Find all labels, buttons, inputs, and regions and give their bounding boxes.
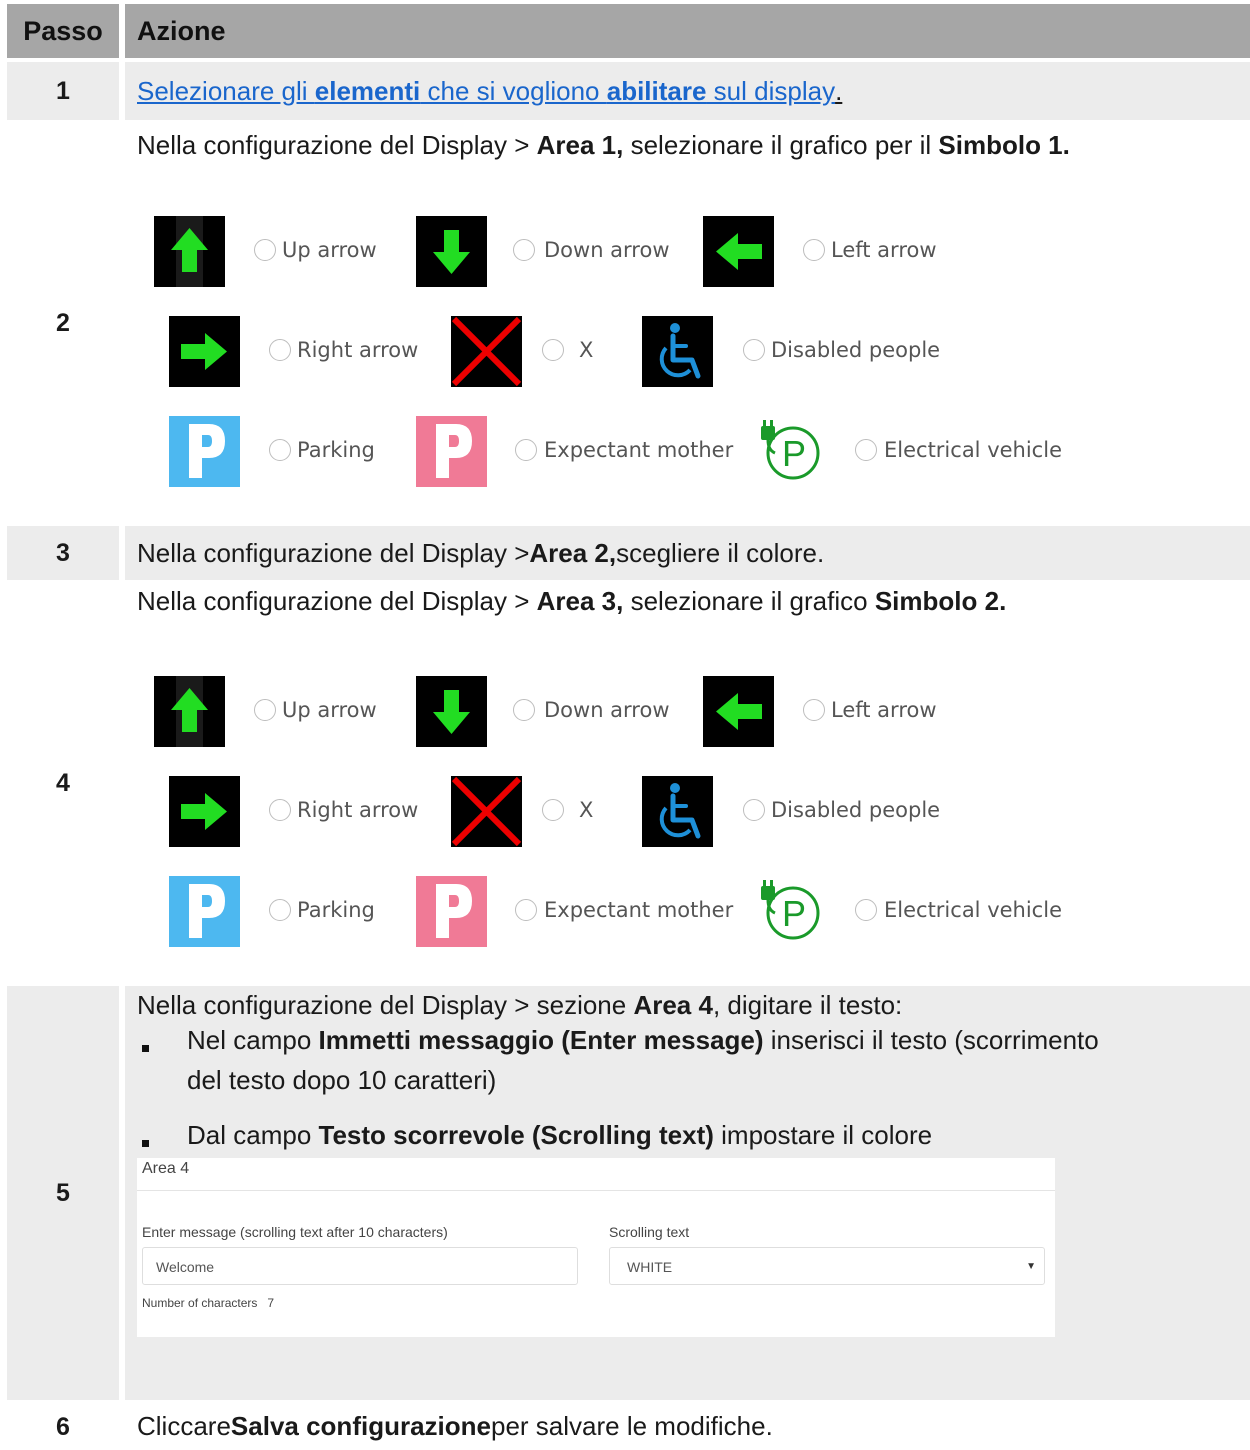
- disabled-symbol-icon: [642, 776, 713, 847]
- up-option-label[interactable]: Up arrow: [282, 698, 377, 722]
- scrolling-text-select[interactable]: WHITE ▼: [609, 1247, 1045, 1285]
- mother-symbol-icon: [416, 876, 487, 947]
- svg-text:P: P: [782, 433, 806, 474]
- right-option-label[interactable]: Right arrow: [297, 338, 418, 362]
- ev-radio[interactable]: [855, 439, 877, 461]
- step-number: 2: [56, 308, 70, 337]
- mother-option-label[interactable]: Expectant mother: [544, 438, 733, 462]
- x-radio[interactable]: [542, 799, 564, 821]
- step-text: Nella configurazione del Display > Area …: [125, 526, 1250, 580]
- header-step: Passo: [7, 4, 119, 58]
- disabled-radio[interactable]: [743, 339, 765, 361]
- header-action: Azione: [125, 4, 1250, 58]
- down-radio[interactable]: [513, 239, 535, 261]
- down-symbol-icon: [416, 676, 487, 747]
- bullet-enter-message-cont: del testo dopo 10 caratteri): [187, 1065, 497, 1095]
- down-symbol-icon: [416, 216, 487, 287]
- step-number: 6: [56, 1413, 70, 1441]
- step-text: Nella configurazione del Display > Area …: [125, 120, 1250, 526]
- mother-symbol-icon: [416, 416, 487, 487]
- table-row: 2 Nella configurazione del Display > Are…: [7, 120, 1250, 526]
- table-row: 4 Nella configurazione del Display > Are…: [7, 580, 1250, 986]
- ev-option-label[interactable]: Electrical vehicle: [884, 438, 1062, 462]
- bullet-marker: [142, 1140, 149, 1147]
- step-intro: Nella configurazione del Display > sezio…: [137, 990, 903, 1020]
- disabled-radio[interactable]: [743, 799, 765, 821]
- left-option-label[interactable]: Left arrow: [831, 238, 937, 262]
- ev-radio[interactable]: [855, 899, 877, 921]
- left-symbol-icon: [703, 216, 774, 287]
- step-text: Cliccare Salva configurazione per salvar…: [137, 1411, 773, 1441]
- x-symbol-icon: [451, 776, 522, 847]
- x-option-label[interactable]: X: [579, 338, 593, 362]
- disabled-option-label[interactable]: Disabled people: [771, 798, 940, 822]
- ev-symbol-icon: P: [755, 416, 826, 487]
- ev-symbol-icon: P: [755, 876, 826, 947]
- right-symbol-icon: [169, 316, 240, 387]
- right-radio[interactable]: [269, 799, 291, 821]
- table-row: 6 Cliccare Salva configurazione per salv…: [7, 1400, 1250, 1450]
- mother-radio[interactable]: [515, 899, 537, 921]
- x-option-label[interactable]: X: [579, 798, 593, 822]
- parking-radio[interactable]: [269, 899, 291, 921]
- left-radio[interactable]: [803, 239, 825, 261]
- step-number: 1: [7, 62, 119, 120]
- down-option-label[interactable]: Down arrow: [544, 698, 670, 722]
- ev-option-label[interactable]: Electrical vehicle: [884, 898, 1062, 922]
- step-text: Selezionare gli elementi che si vogliono…: [125, 62, 1250, 120]
- bullet-scrolling-text: Dal campo Testo scorrevole (Scrolling te…: [187, 1120, 933, 1150]
- table-header: Passo Azione: [7, 4, 1250, 58]
- disabled-option-label[interactable]: Disabled people: [771, 338, 940, 362]
- right-radio[interactable]: [269, 339, 291, 361]
- svg-text:P: P: [782, 893, 806, 934]
- right-symbol-icon: [169, 776, 240, 847]
- message-input[interactable]: Welcome: [142, 1247, 578, 1285]
- up-radio[interactable]: [254, 699, 276, 721]
- right-option-label[interactable]: Right arrow: [297, 798, 418, 822]
- step-intro: Nella configurazione del Display > Area …: [137, 586, 1007, 616]
- parking-option-label[interactable]: Parking: [297, 898, 375, 922]
- step-number: 4: [56, 768, 70, 797]
- table-row: 3 Nella configurazione del Display > Are…: [7, 526, 1250, 580]
- x-symbol-icon: [451, 316, 522, 387]
- enable-elements-link[interactable]: Selezionare gli elementi che si vogliono…: [137, 76, 835, 107]
- area4-panel: Area 4 Enter message (scrolling text aft…: [137, 1158, 1055, 1337]
- mother-radio[interactable]: [515, 439, 537, 461]
- left-radio[interactable]: [803, 699, 825, 721]
- bullet-enter-message: Nel campo Immetti messaggio (Enter messa…: [187, 1025, 1099, 1055]
- table-row: 5 Nella configurazione del Display > sez…: [7, 986, 1250, 1400]
- procedure-table: Passo Azione 1 Selezionare gli elementi …: [7, 4, 1250, 1450]
- chevron-down-icon: ▼: [1026, 1261, 1036, 1272]
- up-symbol-icon: [154, 676, 225, 747]
- up-option-label[interactable]: Up arrow: [282, 238, 377, 262]
- mother-option-label[interactable]: Expectant mother: [544, 898, 733, 922]
- disabled-symbol-icon: [642, 316, 713, 387]
- parking-radio[interactable]: [269, 439, 291, 461]
- character-count: Number of characters 7: [142, 1296, 275, 1310]
- left-option-label[interactable]: Left arrow: [831, 698, 937, 722]
- message-label: Enter message (scrolling text after 10 c…: [142, 1224, 448, 1240]
- x-radio[interactable]: [542, 339, 564, 361]
- parking-symbol-icon: [169, 876, 240, 947]
- left-symbol-icon: [703, 676, 774, 747]
- bullet-marker: [142, 1045, 149, 1052]
- step-intro: Nella configurazione del Display > Area …: [137, 130, 1070, 160]
- panel-title: Area 4: [142, 1160, 190, 1177]
- down-option-label[interactable]: Down arrow: [544, 238, 670, 262]
- table-row: 1 Selezionare gli elementi che si voglio…: [7, 62, 1250, 120]
- parking-option-label[interactable]: Parking: [297, 438, 375, 462]
- step-number: 5: [7, 986, 119, 1400]
- step-text: Nella configurazione del Display > Area …: [125, 580, 1250, 986]
- step-number: 3: [7, 526, 119, 580]
- scrolling-text-label: Scrolling text: [609, 1224, 690, 1240]
- up-symbol-icon: [154, 216, 225, 287]
- down-radio[interactable]: [513, 699, 535, 721]
- parking-symbol-icon: [169, 416, 240, 487]
- up-radio[interactable]: [254, 239, 276, 261]
